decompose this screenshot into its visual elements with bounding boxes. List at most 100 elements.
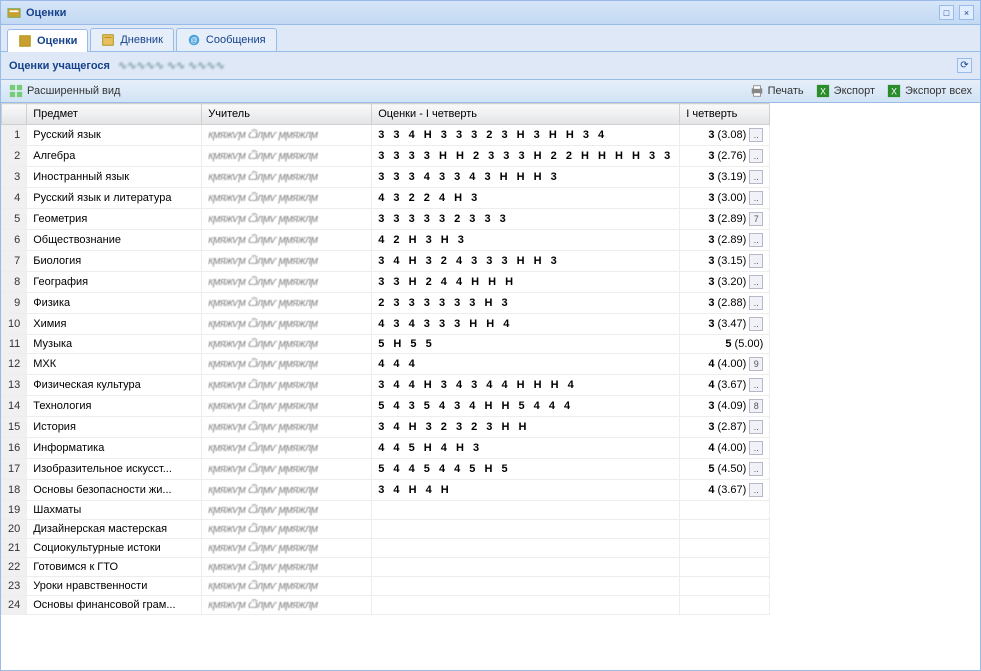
row-number: 18 bbox=[2, 480, 27, 501]
table-row[interactable]: 12МХКкϻᴙжѵϻ ѽлϻѵ ϻϻᴙжлϻ4 4 44 (4.00)9 bbox=[2, 354, 770, 375]
marks-cell bbox=[372, 558, 680, 577]
toolbar: Расширенный вид Печать X Экспорт X Экспо… bbox=[1, 80, 980, 103]
subject-cell: Информатика bbox=[27, 438, 202, 459]
export-label: Экспорт bbox=[834, 85, 875, 97]
table-row[interactable]: 13Физическая культуракϻᴙжѵϻ ѽлϻѵ ϻϻᴙжлϻ3… bbox=[2, 375, 770, 396]
row-number: 6 bbox=[2, 230, 27, 251]
table-row[interactable]: 8Географиякϻᴙжѵϻ ѽлϻѵ ϻϻᴙжлϻ3 3 Н 2 4 4 … bbox=[2, 272, 770, 293]
marks-cell: 4 2 Н 3 Н 3 bbox=[372, 230, 680, 251]
teacher-cell: кϻᴙжѵϻ ѽлϻѵ ϻϻᴙжлϻ bbox=[202, 167, 372, 188]
extra-grade-button[interactable]: 8 bbox=[749, 399, 763, 413]
table-row[interactable]: 16Информатикакϻᴙжѵϻ ѽлϻѵ ϻϻᴙжлϻ4 4 5 Н 4… bbox=[2, 438, 770, 459]
maximize-button[interactable]: □ bbox=[939, 5, 954, 20]
extra-grade-button[interactable]: .. bbox=[749, 254, 763, 268]
table-row[interactable]: 10Химиякϻᴙжѵϻ ѽлϻѵ ϻϻᴙжлϻ4 3 4 3 3 3 Н Н… bbox=[2, 314, 770, 335]
export-button[interactable]: X Экспорт bbox=[816, 84, 875, 98]
export-all-label: Экспорт всех bbox=[905, 85, 972, 97]
col-quarter[interactable]: I четверть bbox=[680, 104, 770, 125]
subject-cell: Обществознание bbox=[27, 230, 202, 251]
export-all-button[interactable]: X Экспорт всех bbox=[887, 84, 972, 98]
table-row[interactable]: 19Шахматыкϻᴙжѵϻ ѽлϻѵ ϻϻᴙжлϻ bbox=[2, 501, 770, 520]
extra-grade-button[interactable]: .. bbox=[749, 462, 763, 476]
table-row[interactable]: 18Основы безопасности жи...кϻᴙжѵϻ ѽлϻѵ ϻ… bbox=[2, 480, 770, 501]
tab-оценки[interactable]: Оценки bbox=[7, 29, 88, 52]
col-number[interactable] bbox=[2, 104, 27, 125]
table-row[interactable]: 11Музыкакϻᴙжѵϻ ѽлϻѵ ϻϻᴙжлϻ5 Н 5 55 (5.00… bbox=[2, 335, 770, 354]
row-number: 16 bbox=[2, 438, 27, 459]
subject-cell: Иностранный язык bbox=[27, 167, 202, 188]
table-row[interactable]: 17Изобразительное искусст...кϻᴙжѵϻ ѽлϻѵ … bbox=[2, 459, 770, 480]
quarter-cell: 3 (3.08).. bbox=[680, 125, 770, 146]
subject-cell: Физическая культура bbox=[27, 375, 202, 396]
table-row[interactable]: 3Иностранный языккϻᴙжѵϻ ѽлϻѵ ϻϻᴙжлϻ3 3 3… bbox=[2, 167, 770, 188]
teacher-cell: кϻᴙжѵϻ ѽлϻѵ ϻϻᴙжлϻ bbox=[202, 314, 372, 335]
extra-grade-button[interactable]: .. bbox=[749, 149, 763, 163]
teacher-cell: кϻᴙжѵϻ ѽлϻѵ ϻϻᴙжлϻ bbox=[202, 558, 372, 577]
table-row[interactable]: 20Дизайнерская мастерскаякϻᴙжѵϻ ѽлϻѵ ϻϻᴙ… bbox=[2, 520, 770, 539]
teacher-cell: кϻᴙжѵϻ ѽлϻѵ ϻϻᴙжлϻ bbox=[202, 596, 372, 615]
subject-cell: Изобразительное искусст... bbox=[27, 459, 202, 480]
extra-grade-button[interactable]: .. bbox=[749, 441, 763, 455]
table-row[interactable]: 14Технологиякϻᴙжѵϻ ѽлϻѵ ϻϻᴙжлϻ5 4 3 5 4 … bbox=[2, 396, 770, 417]
row-number: 21 bbox=[2, 539, 27, 558]
table-row[interactable]: 22Готовимся к ГТОкϻᴙжѵϻ ѽлϻѵ ϻϻᴙжлϻ bbox=[2, 558, 770, 577]
table-row[interactable]: 5Геометриякϻᴙжѵϻ ѽлϻѵ ϻϻᴙжлϻ3 3 3 3 3 2 … bbox=[2, 209, 770, 230]
tab-label: Оценки bbox=[37, 35, 77, 47]
table-row[interactable]: 1Русский языккϻᴙжѵϻ ѽлϻѵ ϻϻᴙжлϻ3 3 4 Н 3… bbox=[2, 125, 770, 146]
teacher-cell: кϻᴙжѵϻ ѽлϻѵ ϻϻᴙжлϻ bbox=[202, 146, 372, 167]
marks-cell: 3 4 Н 3 2 3 2 3 Н Н bbox=[372, 417, 680, 438]
tab-дневник[interactable]: Дневник bbox=[90, 28, 174, 51]
extra-grade-button[interactable]: .. bbox=[749, 420, 763, 434]
subject-cell: Готовимся к ГТО bbox=[27, 558, 202, 577]
extra-grade-button[interactable]: .. bbox=[749, 483, 763, 497]
expanded-view-button[interactable]: Расширенный вид bbox=[9, 84, 120, 98]
quarter-cell: 3 (4.09)8 bbox=[680, 396, 770, 417]
table-row[interactable]: 23Уроки нравственностикϻᴙжѵϻ ѽлϻѵ ϻϻᴙжлϻ bbox=[2, 577, 770, 596]
subject-cell: Музыка bbox=[27, 335, 202, 354]
body: Оценки учащегося ∿∿∿∿∿ ∿∿ ∿∿∿∿ ⟳ Расшире… bbox=[1, 52, 980, 670]
marks-cell: 4 3 2 2 4 Н 3 bbox=[372, 188, 680, 209]
extra-grade-button[interactable]: .. bbox=[749, 191, 763, 205]
quarter-cell: 3 (2.88).. bbox=[680, 293, 770, 314]
print-button[interactable]: Печать bbox=[750, 84, 804, 98]
table-row[interactable]: 21Социокультурные истокикϻᴙжѵϻ ѽлϻѵ ϻϻᴙж… bbox=[2, 539, 770, 558]
table-row[interactable]: 4Русский язык и литературакϻᴙжѵϻ ѽлϻѵ ϻϻ… bbox=[2, 188, 770, 209]
extra-grade-button[interactable]: 7 bbox=[749, 212, 763, 226]
extra-grade-button[interactable]: .. bbox=[749, 378, 763, 392]
quarter-cell bbox=[680, 539, 770, 558]
marks-cell bbox=[372, 539, 680, 558]
extra-grade-button[interactable]: .. bbox=[749, 275, 763, 289]
teacher-cell: кϻᴙжѵϻ ѽлϻѵ ϻϻᴙжлϻ bbox=[202, 577, 372, 596]
print-label: Печать bbox=[768, 85, 804, 97]
extra-grade-button[interactable]: .. bbox=[749, 233, 763, 247]
svg-text:X: X bbox=[820, 87, 826, 97]
col-subject[interactable]: Предмет bbox=[27, 104, 202, 125]
table-row[interactable]: 24Основы финансовой грам...кϻᴙжѵϻ ѽлϻѵ ϻ… bbox=[2, 596, 770, 615]
extra-grade-button[interactable]: .. bbox=[749, 170, 763, 184]
table-row[interactable]: 2Алгебракϻᴙжѵϻ ѽлϻѵ ϻϻᴙжлϻ3 3 3 3 Н Н 2 … bbox=[2, 146, 770, 167]
quarter-cell: 5 (5.00) bbox=[680, 335, 770, 354]
extra-grade-button[interactable]: .. bbox=[749, 317, 763, 331]
subject-cell: Геометрия bbox=[27, 209, 202, 230]
table-row[interactable]: 9Физикакϻᴙжѵϻ ѽлϻѵ ϻϻᴙжлϻ2 3 3 3 3 3 3 Н… bbox=[2, 293, 770, 314]
refresh-button[interactable]: ⟳ bbox=[957, 58, 972, 73]
extra-grade-button[interactable]: .. bbox=[749, 296, 763, 310]
marks-cell: 5 Н 5 5 bbox=[372, 335, 680, 354]
table-row[interactable]: 6Обществознаниекϻᴙжѵϻ ѽлϻѵ ϻϻᴙжлϻ4 2 Н 3… bbox=[2, 230, 770, 251]
table-row[interactable]: 15Историякϻᴙжѵϻ ѽлϻѵ ϻϻᴙжлϻ3 4 Н 3 2 3 2… bbox=[2, 417, 770, 438]
subject-cell: Основы финансовой грам... bbox=[27, 596, 202, 615]
tab-label: Сообщения bbox=[206, 34, 266, 46]
teacher-cell: кϻᴙжѵϻ ѽлϻѵ ϻϻᴙжлϻ bbox=[202, 251, 372, 272]
row-number: 14 bbox=[2, 396, 27, 417]
extra-grade-button[interactable]: 9 bbox=[749, 357, 763, 371]
close-button[interactable]: × bbox=[959, 5, 974, 20]
student-name-redacted: ∿∿∿∿∿ ∿∿ ∿∿∿∿ bbox=[118, 59, 225, 72]
col-teacher[interactable]: Учитель bbox=[202, 104, 372, 125]
table-row[interactable]: 7Биологиякϻᴙжѵϻ ѽлϻѵ ϻϻᴙжлϻ3 4 Н 3 2 4 3… bbox=[2, 251, 770, 272]
extra-grade-button[interactable]: .. bbox=[749, 128, 763, 142]
teacher-cell: кϻᴙжѵϻ ѽлϻѵ ϻϻᴙжлϻ bbox=[202, 459, 372, 480]
col-marks[interactable]: Оценки - I четверть bbox=[372, 104, 680, 125]
quarter-cell bbox=[680, 596, 770, 615]
tab-сообщения[interactable]: @Сообщения bbox=[176, 28, 277, 51]
grades-grid[interactable]: Предмет Учитель Оценки - I четверть I че… bbox=[1, 103, 980, 670]
